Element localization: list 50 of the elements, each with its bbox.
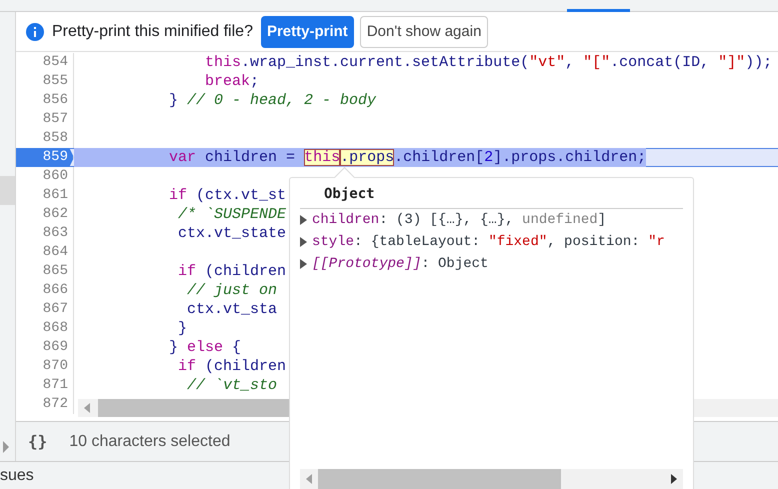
line-number: 872 bbox=[16, 395, 74, 414]
line-number: 869 bbox=[16, 338, 74, 357]
line-number: 870 bbox=[16, 357, 74, 376]
line-number: 865 bbox=[16, 262, 74, 281]
code-line: if (ctx.vt_st bbox=[168, 186, 286, 205]
code-line: if (children bbox=[177, 357, 286, 376]
line-number: 860 bbox=[16, 167, 74, 186]
popover-title: Object bbox=[300, 178, 683, 209]
code-line: break; bbox=[204, 72, 260, 91]
property-entry[interactable]: [[Prototype]]: Object bbox=[312, 256, 488, 272]
code-line: ctx.vt_sta bbox=[186, 300, 278, 319]
code-line: } // 0 - head, 2 - body bbox=[168, 91, 376, 110]
code-line: } else { bbox=[168, 338, 242, 357]
line-number: 866 bbox=[16, 281, 74, 300]
pretty-print-button[interactable]: Pretty-print bbox=[260, 16, 354, 48]
property-entry[interactable]: children: (3) [{…}, {…}, undefined] bbox=[312, 212, 606, 228]
code-line: // just on bbox=[186, 281, 278, 300]
expand-icon[interactable] bbox=[300, 215, 307, 225]
line-number: 854 bbox=[16, 53, 74, 72]
code-line: ctx.vt_state bbox=[177, 224, 286, 243]
line-number: 864 bbox=[16, 243, 74, 262]
line-number: 871 bbox=[16, 376, 74, 395]
scroll-left-icon[interactable] bbox=[306, 474, 312, 484]
expand-icon[interactable] bbox=[300, 259, 307, 269]
line-number: 863 bbox=[16, 224, 74, 243]
property-entry[interactable]: style: {tableLayout: "fixed", position: "r bbox=[312, 234, 665, 250]
code-line: // `vt_sto bbox=[186, 376, 278, 395]
scrollbar-thumb[interactable] bbox=[318, 469, 561, 489]
dismiss-button[interactable]: Don't show again bbox=[360, 16, 488, 48]
selection-status: 10 characters selected bbox=[69, 432, 230, 450]
scroll-right-icon[interactable] bbox=[671, 474, 677, 484]
info-icon bbox=[26, 22, 44, 40]
code-line: this.wrap_inst.current.setAttribute("vt", "[".concat(ID, "]")); bbox=[204, 53, 772, 72]
code-line: if (children bbox=[177, 262, 286, 281]
line-number: 867 bbox=[16, 300, 74, 319]
scroll-left-icon[interactable] bbox=[84, 403, 90, 413]
drawer-tab[interactable]: sues bbox=[0, 467, 34, 485]
line-number: 861 bbox=[16, 186, 74, 205]
current-line-number: 859 bbox=[16, 148, 74, 167]
selected-tab-indicator bbox=[567, 9, 630, 12]
expand-icon[interactable] bbox=[300, 237, 307, 247]
line-number: 868 bbox=[16, 319, 74, 338]
line-number: 856 bbox=[16, 91, 74, 110]
pretty-print-icon[interactable]: {} bbox=[28, 432, 48, 451]
infobar-message: Pretty-print this minified file? bbox=[52, 22, 253, 40]
line-number: 857 bbox=[16, 110, 74, 129]
line-number: 862 bbox=[16, 205, 74, 224]
code-line: } bbox=[177, 319, 188, 338]
line-number: 855 bbox=[16, 72, 74, 91]
code-line: /* `SUSPENDE bbox=[177, 205, 286, 224]
